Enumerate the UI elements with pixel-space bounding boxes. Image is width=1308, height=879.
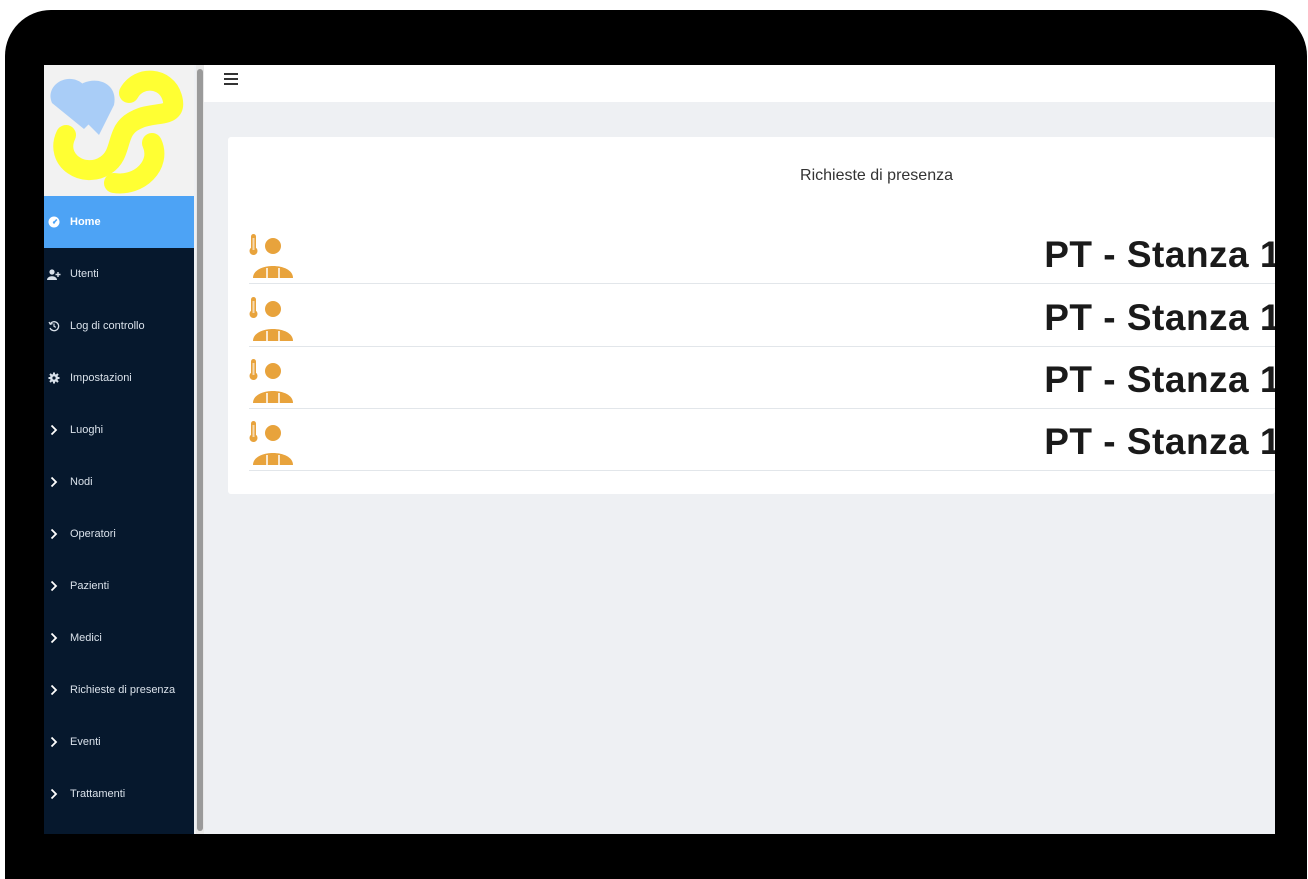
request-room-label: PT - Stanza 1 (1044, 234, 1275, 275)
sidebar-item-home[interactable]: Home (44, 196, 194, 248)
chevron-right-icon (46, 683, 62, 697)
sidebar-item-label: Impostazioni (70, 372, 132, 384)
sidebar-item-richieste-di-presenza[interactable]: Richieste di presenza (44, 664, 194, 716)
app-screen: Home Utenti Log di controllo Impostazioni Lu… (44, 65, 1275, 834)
history-icon (46, 319, 62, 333)
sidebar-scrollbar-thumb[interactable] (197, 69, 203, 831)
patient-thermometer-icon (249, 295, 297, 343)
sidebar-item-label: Log di controllo (70, 320, 145, 332)
sidebar-item-utenti[interactable]: Utenti (44, 248, 194, 300)
sidebar-item-label: Home (70, 216, 101, 228)
top-bar (204, 65, 1275, 102)
sidebar-item-medici[interactable]: Medici (44, 612, 194, 664)
chevron-right-icon (46, 423, 62, 437)
card-title: Richieste di presenza (800, 167, 953, 184)
sidebar-item-operatori[interactable]: Operatori (44, 508, 194, 560)
list-item[interactable]: PT - Stanza 1 (249, 222, 1275, 284)
sidebar-item-label: Nodi (70, 476, 93, 488)
hamburger-menu-icon[interactable] (224, 73, 238, 87)
chevron-right-icon (46, 579, 62, 593)
chevron-right-icon (46, 787, 62, 801)
sidebar-item-pazienti[interactable]: Pazienti (44, 560, 194, 612)
sidebar-nav: Home Utenti Log di controllo Impostazioni Lu… (44, 196, 194, 820)
request-room-label: PT - Stanza 1 (1044, 359, 1275, 400)
list-item[interactable]: PT - Stanza 1 (249, 347, 1275, 409)
sidebar-item-label: Eventi (70, 736, 101, 748)
list-item[interactable]: PT - Stanza 1 (249, 285, 1275, 347)
sidebar-item-trattamenti[interactable]: Trattamenti (44, 768, 194, 820)
chevron-right-icon (46, 527, 62, 541)
chevron-right-icon (46, 735, 62, 749)
sidebar-item-label: Trattamenti (70, 788, 126, 800)
request-room-label: PT - Stanza 1 (1044, 421, 1275, 462)
dashboard-icon (46, 215, 62, 229)
chevron-right-icon (46, 475, 62, 489)
sidebar-item-impostazioni[interactable]: Impostazioni (44, 352, 194, 404)
sidebar-item-label: Richieste di presenza (70, 684, 176, 696)
sidebar-item-log-di-controllo[interactable]: Log di controllo (44, 300, 194, 352)
request-room-label: PT - Stanza 1 (1044, 297, 1275, 338)
logo (44, 65, 194, 197)
sidebar-item-eventi[interactable]: Eventi (44, 716, 194, 768)
patient-thermometer-icon (249, 357, 297, 405)
gear-icon (46, 371, 62, 385)
patient-thermometer-icon (249, 419, 297, 467)
patient-thermometer-icon (249, 232, 297, 280)
requests-card: Richieste di presenza PT - Stanza 1 PT - … (228, 137, 1275, 494)
sidebar: Home Utenti Log di controllo Impostazioni Lu… (44, 65, 194, 834)
sidebar-item-label: Pazienti (70, 580, 110, 592)
sidebar-item-nodi[interactable]: Nodi (44, 456, 194, 508)
sidebar-item-label: Luoghi (70, 424, 104, 436)
sidebar-item-label: Medici (70, 632, 102, 644)
user-plus-icon (46, 267, 62, 281)
chevron-right-icon (46, 631, 62, 645)
sidebar-item-luoghi[interactable]: Luoghi (44, 404, 194, 456)
sidebar-item-label: Utenti (70, 268, 99, 280)
sidebar-item-label: Operatori (70, 528, 116, 540)
list-item[interactable]: PT - Stanza 1 (249, 409, 1275, 471)
